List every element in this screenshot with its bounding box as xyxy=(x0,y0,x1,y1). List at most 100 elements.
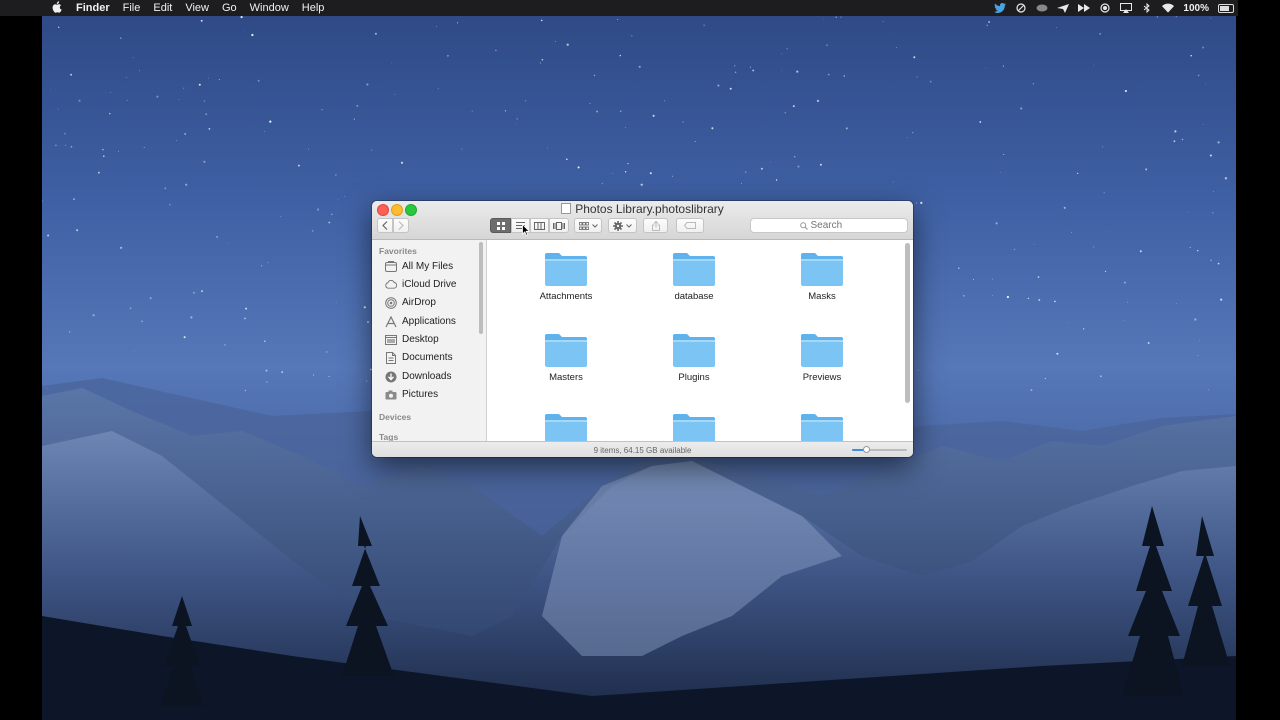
folder-item[interactable]: Plugins xyxy=(644,332,744,383)
battery-icon[interactable] xyxy=(1218,3,1234,13)
cloud-sync-icon[interactable] xyxy=(1036,3,1048,13)
folder-icon xyxy=(545,414,587,441)
icon-size-slider-knob[interactable] xyxy=(862,446,870,453)
menu-finder[interactable]: Finder xyxy=(76,0,110,16)
documents-icon xyxy=(385,351,397,364)
menu-help[interactable]: Help xyxy=(302,0,325,16)
folder-item[interactable]: Attachments xyxy=(516,251,616,302)
document-icon xyxy=(561,203,572,214)
sidebar-scrollbar[interactable] xyxy=(479,242,483,334)
sidebar-item-documents[interactable]: Documents xyxy=(385,349,453,366)
content-scrollbar[interactable] xyxy=(905,243,910,403)
twitter-icon[interactable] xyxy=(994,3,1007,13)
downloads-icon xyxy=(385,371,397,383)
mouse-cursor-icon xyxy=(522,224,530,236)
bluetooth-icon[interactable] xyxy=(1141,3,1153,13)
chevron-down-icon xyxy=(591,223,598,228)
sidebar-item-label: iCloud Drive xyxy=(402,279,457,290)
finder-window: Photos Library.photoslibrary Search Favo… xyxy=(372,201,913,457)
applications-icon xyxy=(385,315,397,328)
search-input[interactable] xyxy=(810,220,859,231)
sidebar-item-airdrop[interactable]: AirDrop xyxy=(385,294,436,311)
sidebar-item-pictures[interactable]: Pictures xyxy=(385,386,438,403)
window-title: Photos Library.photoslibrary xyxy=(372,202,913,216)
sidebar-header-tags[interactable]: Tags xyxy=(379,432,398,441)
window-title-text: Photos Library.photoslibrary xyxy=(575,202,724,216)
sidebar-item-all-my-files[interactable]: All My Files xyxy=(385,258,453,275)
sidebar-item-label: Pictures xyxy=(402,389,439,400)
status-tray: 100% xyxy=(994,0,1234,16)
folder-icon xyxy=(673,334,715,367)
chevron-right-icon xyxy=(398,221,404,230)
icon-view-button[interactable] xyxy=(490,218,511,233)
record-icon[interactable] xyxy=(1099,3,1111,13)
menu-bar: Finder File Edit View Go Window Help 100… xyxy=(0,0,1238,16)
wifi-icon[interactable] xyxy=(1162,3,1175,13)
folder-icon xyxy=(801,414,843,441)
chevron-down-icon xyxy=(626,223,632,228)
menu-edit[interactable]: Edit xyxy=(153,0,172,16)
chevron-left-icon xyxy=(382,221,388,230)
sidebar: Favorites All My Files iCloud Drive AirD… xyxy=(372,240,487,441)
forward-button[interactable] xyxy=(393,218,409,233)
folder-icon xyxy=(673,414,715,441)
status-text: 9 items, 64.15 GB available xyxy=(593,446,692,455)
gear-icon xyxy=(613,220,623,231)
menu-view[interactable]: View xyxy=(185,0,209,16)
tags-button[interactable] xyxy=(676,218,704,233)
sidebar-header-devices[interactable]: Devices xyxy=(379,412,411,422)
sidebar-item-label: Downloads xyxy=(402,371,452,382)
share-button[interactable] xyxy=(643,218,668,233)
folder-name: Previews xyxy=(802,372,842,383)
folder-item[interactable] xyxy=(644,412,744,441)
folder-item[interactable] xyxy=(516,412,616,441)
search-field[interactable] xyxy=(750,218,908,233)
airplay-icon[interactable] xyxy=(1120,3,1133,13)
share-icon xyxy=(651,220,660,231)
file-icon-grid: Attachments database Masks Masters Plugins Pr… xyxy=(487,240,913,441)
airmail-icon[interactable] xyxy=(1057,3,1070,13)
folder-item[interactable]: Previews xyxy=(772,332,872,383)
apple-menu-icon[interactable] xyxy=(52,0,66,16)
folder-icon xyxy=(545,334,587,367)
folder-name: Masters xyxy=(549,372,583,383)
sidebar-item-label: Documents xyxy=(402,352,453,363)
folder-item[interactable]: Masks xyxy=(772,251,872,302)
folder-name: Attachments xyxy=(539,291,593,302)
folder-item[interactable] xyxy=(772,412,872,441)
folder-icon xyxy=(673,253,715,286)
sidebar-item-label: Applications xyxy=(402,316,456,327)
back-button[interactable] xyxy=(377,218,393,233)
sidebar-item-label: All My Files xyxy=(402,261,454,272)
folder-item[interactable]: database xyxy=(644,251,744,302)
folder-icon xyxy=(545,253,587,286)
sidebar-item-applications[interactable]: Applications xyxy=(385,313,456,330)
menu-go[interactable]: Go xyxy=(222,0,237,16)
sidebar-header-favorites: Favorites xyxy=(379,246,417,256)
sidebar-item-desktop[interactable]: Desktop xyxy=(385,331,439,348)
do-not-disturb-icon[interactable] xyxy=(1015,3,1027,13)
pictures-icon xyxy=(385,389,397,401)
menu-file[interactable]: File xyxy=(123,0,141,16)
folder-item[interactable]: Masters xyxy=(516,332,616,383)
desktop-icon xyxy=(385,334,397,346)
window-toolbar[interactable]: Photos Library.photoslibrary xyxy=(372,201,913,240)
all-files-icon xyxy=(385,261,397,273)
folder-icon xyxy=(801,253,843,286)
cover-flow-icon xyxy=(553,221,565,230)
sidebar-item-label: AirDrop xyxy=(402,297,436,308)
arrange-button[interactable] xyxy=(574,218,602,233)
icon-size-slider[interactable] xyxy=(852,446,907,453)
menu-window[interactable]: Window xyxy=(250,0,289,16)
sidebar-item-downloads[interactable]: Downloads xyxy=(385,368,451,385)
sidebar-item-label: Desktop xyxy=(402,334,439,345)
action-button[interactable] xyxy=(608,218,637,233)
cloud-icon xyxy=(385,279,397,291)
column-view-button[interactable] xyxy=(530,218,549,233)
cover-flow-button[interactable] xyxy=(549,218,569,233)
fast-forward-icon[interactable] xyxy=(1078,3,1091,13)
folder-name: database xyxy=(674,291,714,302)
tag-icon xyxy=(684,222,696,229)
sidebar-item-icloud-drive[interactable]: iCloud Drive xyxy=(385,276,456,293)
grid-icon xyxy=(496,221,505,230)
